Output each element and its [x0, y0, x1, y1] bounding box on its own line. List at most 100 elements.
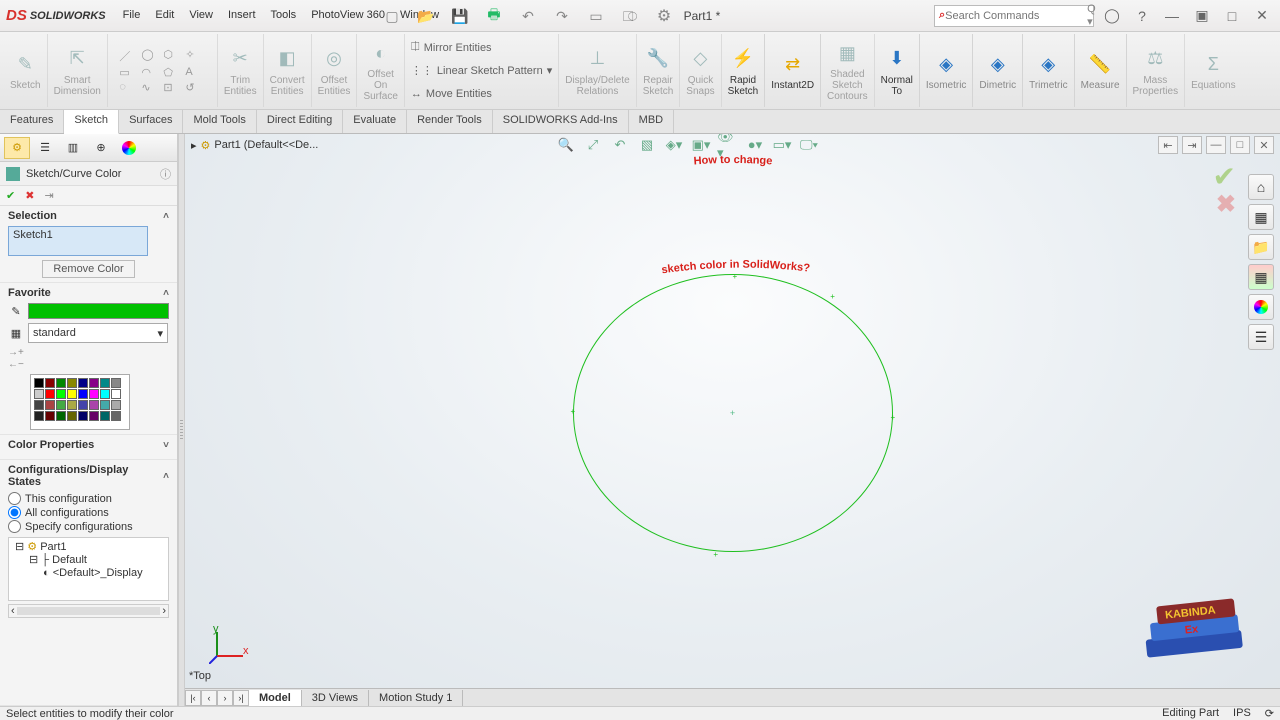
ribbon-trim[interactable]: ✂TrimEntities [218, 34, 264, 107]
swatch[interactable] [89, 389, 99, 399]
swatch[interactable] [100, 400, 110, 410]
save-icon[interactable]: 💾 [448, 4, 472, 28]
search-input[interactable] [945, 10, 1087, 22]
swatch[interactable] [78, 378, 88, 388]
swatch[interactable] [89, 378, 99, 388]
swatch[interactable] [67, 378, 77, 388]
crayon-icon[interactable]: ✎ [8, 305, 24, 318]
ribbon-sketch[interactable]: ✎Sketch [4, 34, 48, 107]
ribbon-mass[interactable]: ⚖MassProperties [1127, 34, 1186, 107]
display-manager-icon[interactable] [116, 137, 142, 159]
tab-render[interactable]: Render Tools [407, 110, 493, 133]
swatch[interactable] [56, 411, 66, 421]
ribbon-line-tools[interactable]: ／◯⬡✧ ▭◠⬠A ◌∿⊡↺ [108, 34, 218, 107]
tab-direct-edit[interactable]: Direct Editing [257, 110, 343, 133]
current-color-swatch[interactable] [28, 303, 169, 319]
open-icon[interactable]: 📂 [414, 4, 438, 28]
section-color-properties[interactable]: Color Properties˅ [0, 435, 177, 460]
confirm-corner-ok-icon[interactable]: ✔ [1213, 160, 1236, 193]
swatch[interactable] [45, 378, 55, 388]
tab-motion[interactable]: Motion Study 1 [369, 690, 463, 706]
chevron-down-icon[interactable]: ˅ [163, 440, 169, 451]
ribbon-repair[interactable]: 🔧RepairSketch [637, 34, 681, 107]
pushpin-icon[interactable]: ⇥ [44, 189, 53, 202]
tab-sketch[interactable]: Sketch [64, 110, 119, 134]
swatch[interactable] [34, 411, 44, 421]
maximize-icon[interactable]: □ [1220, 5, 1244, 27]
radio-all-config[interactable]: All configurations [8, 506, 169, 519]
new-icon[interactable]: ▢ [380, 4, 404, 28]
ribbon-convert[interactable]: ◧ConvertEntities [264, 34, 312, 107]
menu-file[interactable]: File [116, 6, 148, 25]
swatch[interactable] [100, 378, 110, 388]
status-units[interactable]: IPS [1233, 707, 1251, 720]
dimxpert-icon[interactable]: ⊕ [88, 137, 114, 159]
tab-evaluate[interactable]: Evaluate [343, 110, 407, 133]
swatch[interactable] [111, 378, 121, 388]
swatch[interactable] [56, 400, 66, 410]
swatch[interactable] [111, 400, 121, 410]
swatch[interactable] [78, 389, 88, 399]
status-rebuild-icon[interactable]: ⟳ [1265, 707, 1274, 720]
ribbon-offset-surface[interactable]: ◐OffsetOnSurface [357, 34, 404, 107]
appearances-icon[interactable] [1248, 294, 1274, 320]
remove-color-icon[interactable]: ←− [8, 359, 169, 370]
view-palette-icon[interactable]: ▦ [1248, 264, 1274, 290]
minimize-icon[interactable]: — [1160, 5, 1184, 27]
ribbon-snaps[interactable]: ◇QuickSnaps [680, 34, 721, 107]
chevron-up-icon[interactable]: ˄ [163, 288, 169, 299]
ribbon-offset[interactable]: ◎OffsetEntities [312, 34, 358, 107]
color-swatches[interactable] [30, 374, 130, 430]
chevron-up-icon[interactable]: ˄ [163, 211, 169, 222]
help-icon[interactable]: ? [1130, 5, 1154, 27]
panel-help-icon[interactable]: ⓘ [160, 166, 171, 182]
swatch[interactable] [100, 411, 110, 421]
redo-icon[interactable]: ↷ [550, 4, 574, 28]
color-standard-select[interactable]: standard▾ [28, 323, 168, 343]
undo-icon[interactable]: ↶ [516, 4, 540, 28]
swatch[interactable] [45, 411, 55, 421]
breadcrumb-expand-icon[interactable]: ▸ [191, 139, 197, 152]
graphics-viewport[interactable]: ▸ ⚙ Part1 (Default<<De... 🔍 ⤢ ↶ ▧ ◈▾ ▣▾ … [185, 134, 1280, 706]
swatch[interactable] [100, 389, 110, 399]
options-icon[interactable]: ⚙ [652, 4, 676, 28]
search-dropdown-icon[interactable]: Q ▾ [1087, 3, 1096, 28]
vp-max-icon[interactable]: □ [1230, 136, 1250, 154]
swatch[interactable] [56, 378, 66, 388]
tab-3dviews[interactable]: 3D Views [302, 690, 369, 706]
swatch[interactable] [78, 411, 88, 421]
ribbon-dimetric[interactable]: ◈Dimetric [973, 34, 1023, 107]
tab-surfaces[interactable]: Surfaces [119, 110, 183, 133]
swatch[interactable] [67, 400, 77, 410]
config-manager-icon[interactable]: ▥ [60, 137, 86, 159]
resources-icon[interactable]: ▦ [1248, 204, 1274, 230]
ribbon-trimetric[interactable]: ◈Trimetric [1023, 34, 1075, 107]
property-manager-icon[interactable]: ☰ [32, 137, 58, 159]
ribbon-instant2d[interactable]: ⇄Instant2D [765, 34, 821, 107]
config-tree[interactable]: ⊟ ⚙ Part1 ⊟ ├ Default ◐ <Default>_Displa… [8, 537, 169, 601]
chevron-up-icon[interactable]: ˄ [163, 471, 169, 482]
selection-list[interactable]: Sketch1 [8, 226, 148, 256]
menu-edit[interactable]: Edit [148, 6, 181, 25]
ribbon-isometric[interactable]: ◈Isometric [920, 34, 974, 107]
tab-features[interactable]: Features [0, 110, 64, 133]
ribbon-normal-to[interactable]: ⬇NormalTo [875, 34, 920, 107]
rebuild-icon[interactable]: ⎄ [618, 4, 642, 28]
ok-icon[interactable]: ✔ [6, 189, 15, 202]
vp-close-icon[interactable]: ✕ [1254, 136, 1274, 154]
tab-nav[interactable]: |‹‹››| [185, 690, 249, 706]
tree-scrollbar[interactable]: ‹› [8, 604, 169, 618]
ribbon-equations[interactable]: ΣEquations [1185, 34, 1241, 107]
swatch[interactable] [45, 389, 55, 399]
radio-specify-config[interactable]: Specify configurations [8, 520, 169, 533]
menu-tools[interactable]: Tools [264, 6, 304, 25]
remove-color-button[interactable]: Remove Color [42, 260, 134, 278]
ribbon-shaded[interactable]: ▦ShadedSketchContours [821, 34, 875, 107]
tab-model[interactable]: Model [249, 690, 302, 706]
swatch[interactable] [67, 411, 77, 421]
feature-manager-icon[interactable]: ⚙ [4, 137, 30, 159]
user-icon[interactable]: ◯ [1100, 5, 1124, 27]
swatch[interactable] [34, 389, 44, 399]
search-commands[interactable]: ⌕ Q ▾ [934, 5, 1094, 27]
swatch[interactable] [34, 378, 44, 388]
